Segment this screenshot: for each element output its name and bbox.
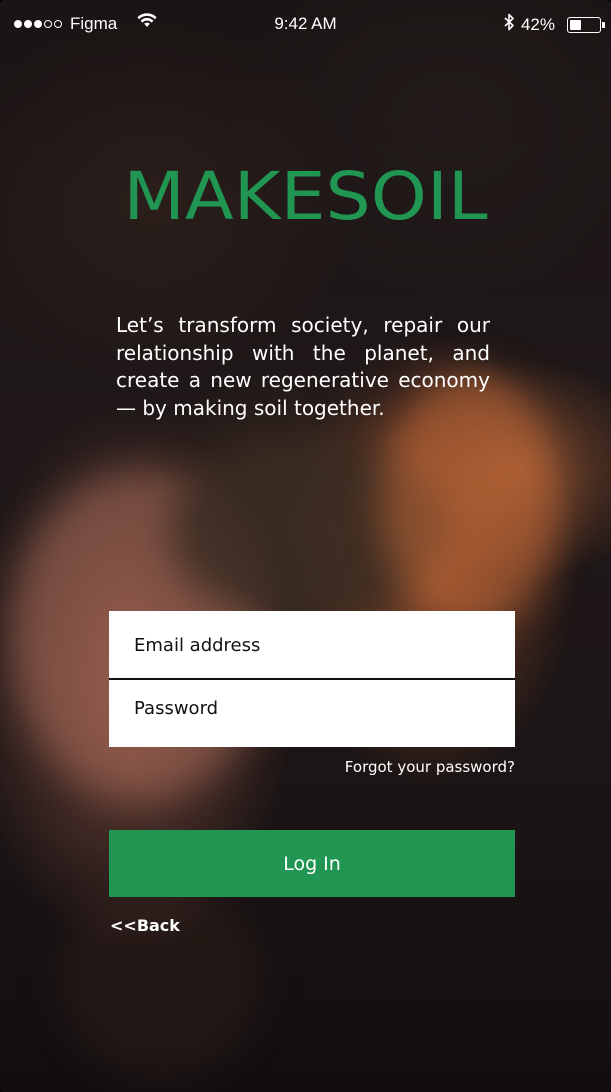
status-bar-right: 42% <box>504 13 605 36</box>
background-shadow-blur <box>60 880 260 1080</box>
login-screen: Figma 9:42 AM 42% MAKESOIL Let’s transfo… <box>0 0 611 1092</box>
bluetooth-icon <box>504 13 515 36</box>
back-link[interactable]: <<Back <box>110 916 180 935</box>
battery-icon <box>567 16 605 33</box>
email-field[interactable]: Email address <box>109 611 515 680</box>
password-field[interactable]: Password <box>109 680 515 747</box>
login-button[interactable]: Log In <box>109 830 515 897</box>
status-bar: Figma 9:42 AM 42% <box>0 0 611 48</box>
tagline: Let’s transform society, repair our rela… <box>116 313 490 420</box>
battery-level <box>570 19 581 30</box>
battery-percent: 42% <box>520 14 555 34</box>
login-button-label: Log In <box>283 852 341 875</box>
forgot-password-link[interactable]: Forgot your password? <box>109 758 515 776</box>
app-logo: MAKESOIL <box>123 158 488 235</box>
